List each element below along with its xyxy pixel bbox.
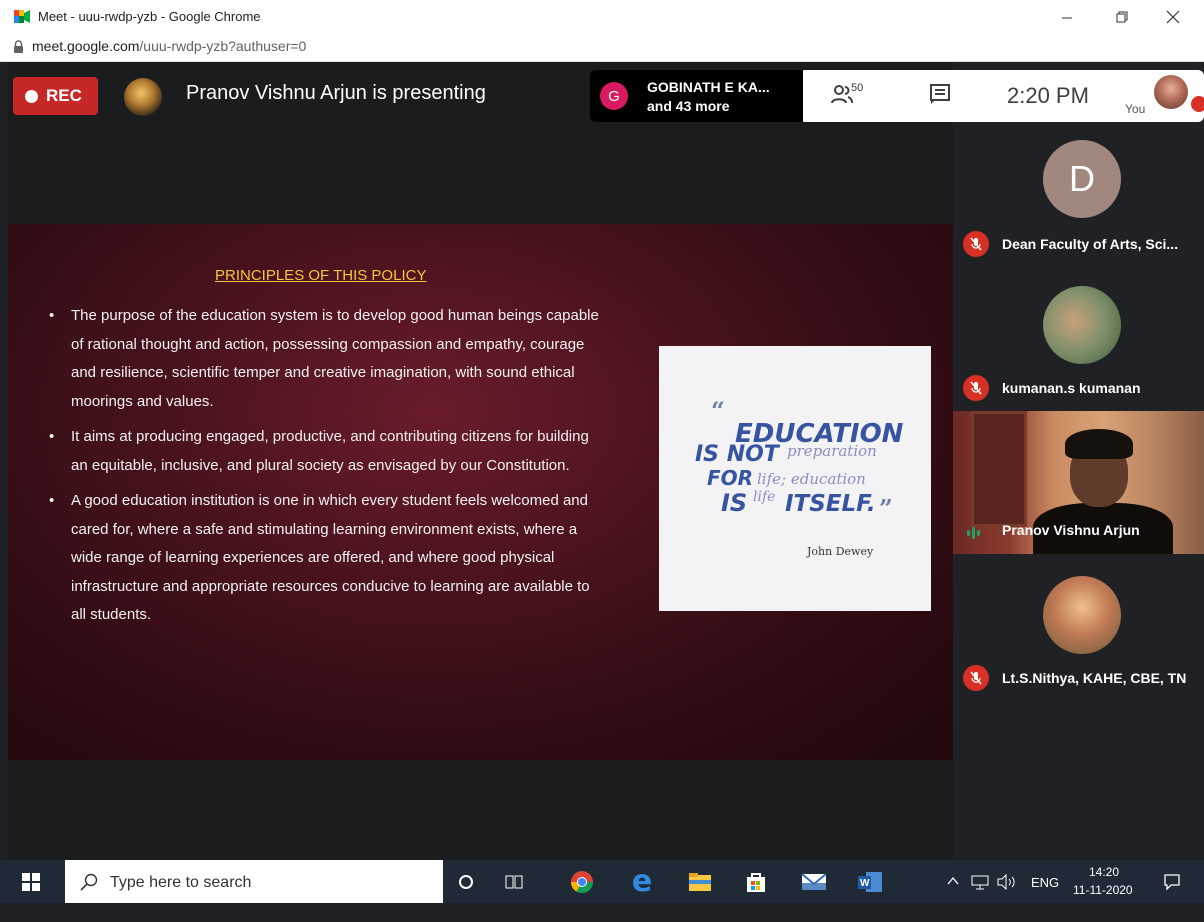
quote-life: life [753, 489, 776, 505]
quote-life-education: life; education [757, 470, 866, 488]
url-text[interactable]: meet.google.com/uuu-rwdp-yzb?authuser=0 [32, 38, 306, 54]
browser-title-bar: Meet - uuu-rwdp-yzb - Google Chrome [0, 0, 1204, 33]
window-title: Meet - uuu-rwdp-yzb - Google Chrome [38, 9, 261, 24]
people-count: 50 [851, 82, 864, 94]
participant-preview-name: GOBINATH E KA... [647, 79, 770, 95]
cortana-icon [459, 875, 473, 889]
quote-author: John Dewey [807, 545, 874, 558]
slide-bullet: The purpose of the education system is t… [46, 302, 606, 416]
self-mic-off-icon [1191, 96, 1204, 112]
participant-name: kumanan.s kumanan [1002, 380, 1141, 396]
minimize-button[interactable] [1044, 2, 1090, 32]
windows-start-icon[interactable] [22, 873, 40, 891]
presentation-slide: PRINCIPLES OF THIS POLICY The purpose of… [8, 224, 953, 760]
participant-preview-more: and 43 more [647, 98, 730, 114]
url-path: /uuu-rwdp-yzb?authuser=0 [139, 38, 307, 54]
quote-line-4: IS [721, 489, 748, 517]
quote-line-3: FOR [707, 466, 754, 490]
participant-tile[interactable]: kumanan.s kumanan [953, 270, 1204, 410]
url-host: meet.google.com [32, 38, 140, 54]
minimize-icon [1062, 17, 1072, 19]
participant-photo-avatar [1043, 286, 1121, 364]
network-icon[interactable] [971, 874, 989, 890]
participant-photo-avatar [1043, 576, 1121, 654]
search-icon [80, 873, 98, 891]
rec-label: REC [46, 86, 82, 105]
chevron-up-icon[interactable] [947, 876, 959, 886]
self-avatar[interactable] [1154, 75, 1188, 109]
meeting-clock: 2:20 PM [1007, 83, 1089, 108]
edge-taskbar-button[interactable]: e [628, 864, 656, 899]
slide-bullets: The purpose of the education system is t… [46, 302, 606, 637]
presenter-avatar [124, 78, 162, 116]
close-icon [1166, 10, 1180, 24]
people-icon[interactable] [831, 84, 853, 104]
lock-icon [14, 40, 23, 53]
notifications-icon[interactable] [1163, 873, 1181, 891]
mail-taskbar-button[interactable] [800, 868, 828, 896]
video-background [971, 411, 1027, 527]
meeting-toolbar: G GOBINATH E KA... and 43 more 50 2:20 P… [590, 70, 1204, 122]
participant-tile[interactable]: Lt.S.Nithya, KAHE, CBE, TN [953, 560, 1204, 700]
participant-initial-avatar: D [1043, 140, 1121, 218]
cortana-button[interactable] [452, 868, 480, 896]
restore-button[interactable] [1099, 2, 1145, 32]
file-explorer-taskbar-button[interactable] [686, 868, 714, 896]
mic-off-icon [963, 375, 989, 401]
slide-title: PRINCIPLES OF THIS POLICY [215, 267, 427, 284]
you-label: You [1125, 102, 1146, 116]
store-taskbar-button[interactable] [742, 868, 770, 896]
folder-icon [689, 873, 711, 891]
close-button[interactable] [1150, 2, 1196, 32]
participant-initial-avatar: G [600, 82, 628, 110]
task-view-button[interactable] [500, 868, 528, 896]
chrome-taskbar-button[interactable] [568, 868, 596, 896]
video-person-hair [1065, 429, 1133, 459]
taskbar-search-box[interactable]: Type here to search [65, 860, 443, 903]
meet-favicon-icon [14, 10, 30, 23]
participants-preview[interactable]: G GOBINATH E KA... and 43 more [590, 70, 803, 122]
presenting-text: Pranov Vishnu Arjun is presenting [186, 82, 486, 104]
quote-open-mark: “ [711, 396, 725, 425]
search-placeholder: Type here to search [110, 874, 252, 891]
participant-name: Pranov Vishnu Arjun [1002, 522, 1140, 538]
address-bar[interactable]: meet.google.com/uuu-rwdp-yzb?authuser=0 [0, 33, 1204, 62]
slide-bullet: A good education institution is one in w… [46, 487, 606, 630]
slide-bullet: It aims at producing engaged, productive… [46, 423, 606, 480]
word-taskbar-button[interactable]: W [856, 868, 884, 896]
quote-line-2: IS NOT [695, 442, 779, 467]
task-view-icon [505, 875, 523, 889]
taskbar-date[interactable]: 11-11-2020 [1073, 883, 1133, 897]
quote-close-mark: ” [879, 494, 893, 523]
language-indicator[interactable]: ENG [1031, 875, 1059, 890]
taskbar-time[interactable]: 14:20 [1089, 865, 1119, 879]
mic-off-icon [963, 231, 989, 257]
participant-tile[interactable]: D Dean Faculty of Arts, Sci... [953, 124, 1204, 264]
participant-name: Lt.S.Nithya, KAHE, CBE, TN [1002, 670, 1187, 686]
edge-icon: e [631, 864, 653, 899]
restore-icon [1116, 11, 1128, 23]
store-icon [747, 873, 765, 892]
mic-off-icon [963, 665, 989, 691]
chat-icon[interactable] [929, 84, 951, 104]
svg-text:W: W [860, 878, 870, 889]
participant-video-tile[interactable]: Pranov Vishnu Arjun [953, 411, 1204, 554]
participant-name: Dean Faculty of Arts, Sci... [1002, 236, 1179, 252]
chrome-icon [571, 871, 593, 893]
mail-icon [801, 873, 827, 890]
record-dot-icon [25, 89, 38, 103]
recording-indicator[interactable]: REC [13, 77, 98, 115]
toolbar-actions: 50 2:20 PM You [803, 70, 1204, 122]
quote-preparation: preparation [787, 442, 877, 460]
word-icon: W [858, 872, 882, 892]
volume-icon[interactable] [997, 874, 1017, 890]
speaking-indicator-icon [967, 527, 980, 539]
quote-image: “ EDUCATION IS NOT preparation FOR life;… [659, 346, 931, 611]
quote-itself: ITSELF. [785, 491, 876, 517]
windows-taskbar: Type here to search e W ENG 14:20 11-11-… [0, 860, 1204, 903]
